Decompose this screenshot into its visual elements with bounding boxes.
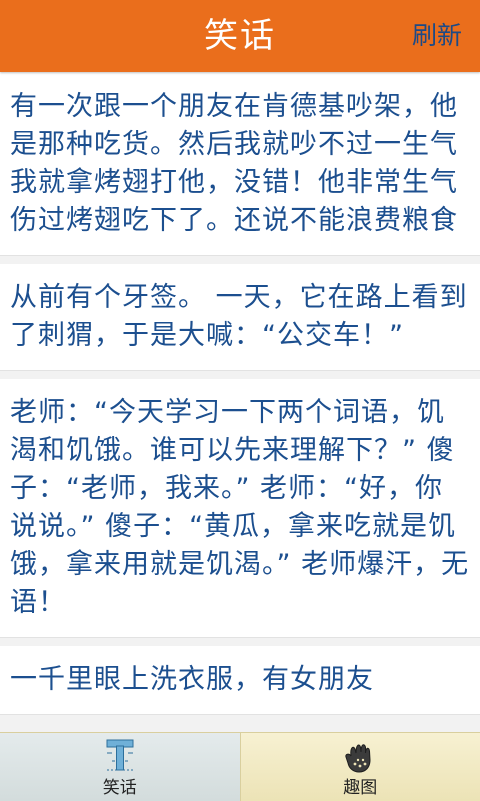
joke-item[interactable]: 一千里眼上洗衣服，有女朋友 — [0, 646, 480, 715]
tab-jokes[interactable]: 笑话 — [0, 733, 241, 801]
joke-item[interactable]: 有一次跟一个朋友在肯德基吵架，他是那种吃货。然后我就吵不过一生气我就拿烤翅打他，… — [0, 72, 480, 256]
tab-funny-pics[interactable]: 趣图 — [241, 733, 480, 801]
joke-item[interactable]: 老师：“今天学习一下两个词语，饥渴和饥饿。谁可以先来理解下？” 傻子：“老师，我… — [0, 379, 480, 638]
app-header: 笑话 刷新 — [0, 0, 480, 72]
joke-feed[interactable]: 有一次跟一个朋友在肯德基吵架，他是那种吃货。然后我就吵不过一生气我就拿烤翅打他，… — [0, 72, 480, 732]
letter-t-icon — [100, 735, 140, 775]
bottom-tab-bar: 笑话 趣图 — [0, 732, 480, 801]
joke-item[interactable]: 从前有个牙签。 一天，它在路上看到了刺猬，于是大喊：“公交车！” — [0, 264, 480, 371]
page-title: 笑话 — [0, 14, 480, 58]
tab-funny-pics-label: 趣图 — [343, 777, 377, 799]
refresh-button[interactable]: 刷新 — [412, 18, 462, 54]
tab-jokes-label: 笑话 — [103, 777, 137, 799]
hand-icon — [340, 735, 380, 775]
